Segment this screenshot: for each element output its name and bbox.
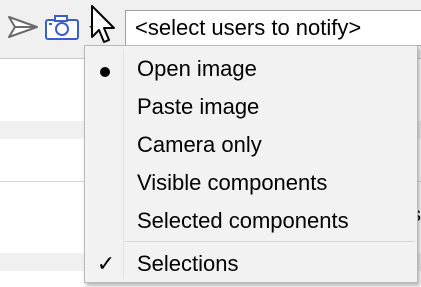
menu-item-open-image[interactable]: Open image — [87, 50, 415, 88]
menu-item-selected-components[interactable]: Selected components — [87, 202, 415, 240]
menu-item-visible-components[interactable]: Visible components — [87, 164, 415, 202]
mouse-pointer-icon — [91, 5, 115, 43]
camera-icon[interactable] — [44, 13, 80, 41]
menu-item-paste-image[interactable]: Paste image — [87, 88, 415, 126]
menu-item-selections[interactable]: ✓ Selections — [87, 245, 415, 283]
notify-users-select[interactable]: <select users to notify> — [125, 10, 421, 46]
menu-item-label: Selected components — [137, 208, 349, 233]
menu-item-label: Open image — [137, 56, 257, 81]
menu-item-label: Camera only — [137, 132, 262, 157]
checkmark-icon: ✓ — [96, 251, 116, 276]
radio-selected-icon — [100, 67, 110, 77]
menu-item-camera-only[interactable]: Camera only — [87, 126, 415, 164]
menu-item-label: Selections — [137, 251, 239, 276]
send-arrow-icon[interactable] — [6, 14, 40, 40]
menu-item-label: Visible components — [137, 170, 328, 195]
menu-item-label: Paste image — [137, 94, 260, 119]
image-source-menu: Open image Paste image Camera only Visib… — [84, 45, 418, 283]
menu-separator — [125, 241, 415, 242]
